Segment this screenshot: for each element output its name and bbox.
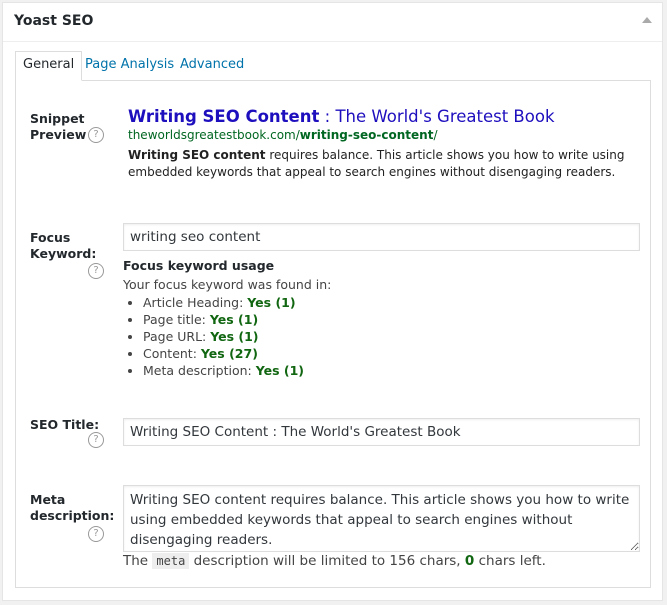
meta-length-note: The meta description will be limited to … — [123, 553, 546, 569]
meta-description-label: Meta description: — [30, 492, 115, 523]
snippet-url: theworldsgreatestbook.com/writing-seo-co… — [128, 128, 438, 142]
panel-title: Yoast SEO — [14, 13, 94, 29]
snippet-preview-label: Snippet Preview — [30, 111, 87, 142]
usage-item: Page URL: Yes (1) — [143, 328, 331, 345]
usage-intro: Your focus keyword was found in: — [123, 277, 332, 292]
usage-list: Article Heading: Yes (1) Page title: Yes… — [123, 294, 331, 379]
focus-keyword-help-icon[interactable]: ? — [88, 263, 104, 279]
snippet-help-icon[interactable]: ? — [88, 127, 104, 143]
collapse-toggle-icon[interactable] — [642, 17, 652, 23]
yoast-seo-panel: Yoast SEO General Page Analysis Advanced… — [2, 2, 663, 601]
snippet-description: Writing SEO content requires balance. Th… — [128, 148, 625, 179]
tab-bar: General Page Analysis Advanced — [15, 51, 650, 81]
meta-description-help-icon[interactable]: ? — [88, 526, 104, 542]
panel-header[interactable]: Yoast SEO — [3, 3, 662, 42]
usage-heading: Focus keyword usage — [123, 258, 275, 273]
meta-description-textarea[interactable]: Writing SEO content requires balance. Th… — [123, 485, 640, 552]
general-tab-panel: Snippet Preview ? Writing SEO Content : T… — [15, 80, 651, 588]
usage-item: Content: Yes (27) — [143, 345, 331, 362]
seo-title-input[interactable]: Writing SEO Content : The World's Greate… — [123, 418, 640, 446]
tab-general[interactable]: General — [15, 51, 83, 81]
focus-keyword-label: Focus Keyword: — [30, 230, 97, 261]
seo-title-label: SEO Title: — [30, 417, 100, 432]
snippet-title: Writing SEO Content : The World's Greate… — [128, 107, 555, 126]
focus-keyword-usage: Focus keyword usage Your focus keyword w… — [123, 258, 331, 379]
usage-item: Page title: Yes (1) — [143, 311, 331, 328]
usage-item: Article Heading: Yes (1) — [143, 294, 331, 311]
focus-keyword-input[interactable]: writing seo content — [123, 223, 640, 251]
tab-page-analysis[interactable]: Page Analysis — [78, 52, 181, 79]
chars-left-count: 0 — [464, 553, 475, 569]
seo-title-help-icon[interactable]: ? — [88, 432, 104, 448]
tab-advanced[interactable]: Advanced — [173, 52, 251, 79]
usage-item: Meta description: Yes (1) — [143, 362, 331, 379]
